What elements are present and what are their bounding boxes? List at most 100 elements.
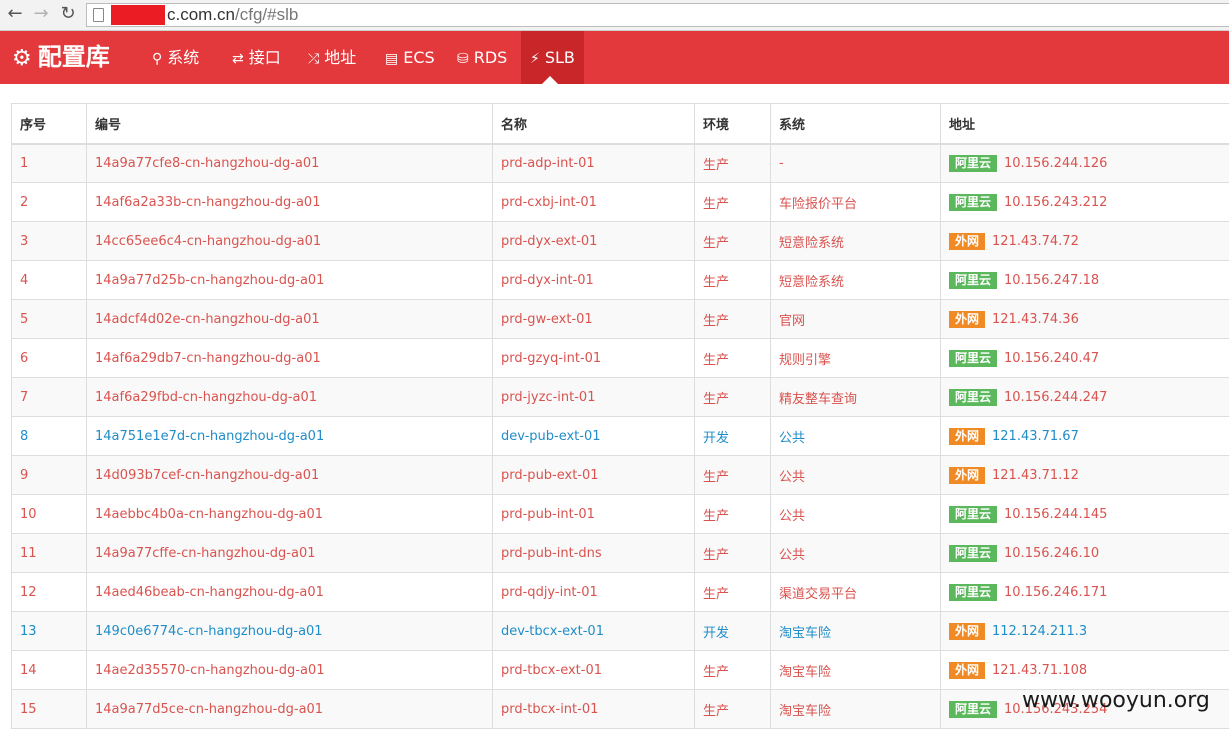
cell-id: 14af6a2a33b-cn-hangzhou-dg-a01 bbox=[86, 182, 493, 222]
back-arrow-icon[interactable]: ← bbox=[4, 3, 26, 25]
reload-icon[interactable]: ↻ bbox=[57, 3, 79, 25]
table-body: 1 14a9a77cfe8-cn-hangzhou-dg-a01 prd-adp-i… bbox=[11, 143, 1229, 729]
cell-address: 阿里云 10.156.247.18 bbox=[940, 260, 1229, 300]
cell-name: prd-tbcx-int-01 bbox=[492, 689, 695, 729]
table-row[interactable]: 11 14a9a77cffe-cn-hangzhou-dg-a01 prd-pub-… bbox=[11, 533, 1229, 573]
col-header-no[interactable]: 序号 bbox=[11, 103, 87, 145]
cell-id: 14ae2d35570-cn-hangzhou-dg-a01 bbox=[86, 650, 493, 690]
url-text[interactable]: c.com.cn/cfg/#slb bbox=[167, 4, 298, 26]
table-row[interactable]: 2 14af6a2a33b-cn-hangzhou-dg-a01 prd-cxbj-… bbox=[11, 182, 1229, 222]
ip-address: 112.124.211.3 bbox=[992, 623, 1088, 639]
ip-address: 121.43.74.36 bbox=[992, 311, 1079, 327]
random-icon: ⤮ bbox=[308, 51, 320, 67]
col-header-name[interactable]: 名称 bbox=[492, 103, 695, 145]
forward-arrow-icon[interactable]: → bbox=[30, 3, 52, 25]
table-row[interactable]: 1 14a9a77cfe8-cn-hangzhou-dg-a01 prd-adp-i… bbox=[11, 143, 1229, 183]
ip-address: 10.156.247.18 bbox=[1004, 272, 1100, 288]
active-tab-caret bbox=[542, 76, 558, 84]
cell-no: 11 bbox=[11, 533, 87, 573]
brand[interactable]: ⚙ 配置库 bbox=[12, 31, 110, 84]
url-host: c.com.cn bbox=[167, 5, 236, 24]
table-header-row: 序号 编号 名称 环境 系统 地址 bbox=[11, 103, 1229, 145]
nav-item-ecs[interactable]: ▤ ECS bbox=[376, 31, 444, 84]
ip-address: 10.156.243.212 bbox=[1004, 194, 1108, 210]
cell-id: 14a751e1e7d-cn-hangzhou-dg-a01 bbox=[86, 416, 493, 456]
cell-system: 公共 bbox=[770, 533, 941, 573]
slb-table-container: 序号 编号 名称 环境 系统 地址 1 14a9a77cfe8-cn-hangzh… bbox=[11, 103, 1229, 729]
cell-system: 官网 bbox=[770, 299, 941, 339]
network-badge: 外网 bbox=[949, 232, 986, 250]
cell-env: 生产 bbox=[694, 143, 771, 183]
nav-item-label: 系统 bbox=[167, 48, 200, 67]
browser-toolbar: ← → ↻ c.com.cn/cfg/#slb bbox=[0, 0, 1229, 31]
cell-id: 14a9a77cffe-cn-hangzhou-dg-a01 bbox=[86, 533, 493, 573]
ip-address: 10.156.246.10 bbox=[1004, 545, 1100, 561]
cell-no: 3 bbox=[11, 221, 87, 261]
cell-address: 阿里云 10.156.246.171 bbox=[940, 572, 1229, 612]
ip-address: 121.43.71.108 bbox=[992, 662, 1088, 678]
nav-item-address[interactable]: ⤮ 地址 bbox=[299, 31, 365, 84]
cell-id: 14af6a29db7-cn-hangzhou-dg-a01 bbox=[86, 338, 493, 378]
bolt-icon: ⚡ bbox=[530, 51, 540, 67]
table-row[interactable]: 9 14d093b7cef-cn-hangzhou-dg-a01 prd-pub-e… bbox=[11, 455, 1229, 495]
cell-env: 生产 bbox=[694, 299, 771, 339]
cell-env: 生产 bbox=[694, 455, 771, 495]
col-header-system[interactable]: 系统 bbox=[770, 103, 941, 145]
cell-address: 阿里云 10.156.243.212 bbox=[940, 182, 1229, 222]
network-badge: 外网 bbox=[949, 427, 986, 445]
ip-address: 10.156.244.126 bbox=[1004, 155, 1108, 171]
table-row[interactable]: 4 14a9a77d25b-cn-hangzhou-dg-a01 prd-dyx-i… bbox=[11, 260, 1229, 300]
col-header-env[interactable]: 环境 bbox=[694, 103, 771, 145]
cell-name: dev-pub-ext-01 bbox=[492, 416, 695, 456]
network-badge: 阿里云 bbox=[949, 349, 998, 367]
brand-title: 配置库 bbox=[37, 43, 110, 71]
page-icon bbox=[93, 8, 104, 22]
ip-address: 10.156.246.171 bbox=[1004, 584, 1108, 600]
table-row[interactable]: 14 14ae2d35570-cn-hangzhou-dg-a01 prd-tbcx… bbox=[11, 650, 1229, 690]
network-badge: 阿里云 bbox=[949, 193, 998, 211]
cell-env: 生产 bbox=[694, 650, 771, 690]
cell-address: 阿里云 10.156.244.126 bbox=[940, 143, 1229, 183]
table-row[interactable]: 3 14cc65ee6c4-cn-hangzhou-dg-a01 prd-dyx-e… bbox=[11, 221, 1229, 261]
col-header-id[interactable]: 编号 bbox=[86, 103, 493, 145]
cell-name: prd-pub-ext-01 bbox=[492, 455, 695, 495]
cell-id: 14a9a77cfe8-cn-hangzhou-dg-a01 bbox=[86, 143, 493, 183]
address-bar[interactable]: c.com.cn/cfg/#slb bbox=[86, 3, 1229, 27]
cell-name: prd-tbcx-ext-01 bbox=[492, 650, 695, 690]
cell-no: 7 bbox=[11, 377, 87, 417]
redaction-mark bbox=[111, 5, 165, 25]
table-row[interactable]: 8 14a751e1e7d-cn-hangzhou-dg-a01 dev-pub-e… bbox=[11, 416, 1229, 456]
cell-id: 14aed46beab-cn-hangzhou-dg-a01 bbox=[86, 572, 493, 612]
ip-address: 121.43.71.12 bbox=[992, 467, 1079, 483]
watermark: www.wooyun.org bbox=[1022, 688, 1210, 713]
cell-name: prd-pub-int-dns bbox=[492, 533, 695, 573]
cell-env: 生产 bbox=[694, 689, 771, 729]
table-row[interactable]: 10 14aebbc4b0a-cn-hangzhou-dg-a01 prd-pub-… bbox=[11, 494, 1229, 534]
cell-env: 生产 bbox=[694, 182, 771, 222]
cell-system: 公共 bbox=[770, 455, 941, 495]
network-badge: 阿里云 bbox=[949, 271, 998, 289]
col-header-address[interactable]: 地址 bbox=[940, 103, 1229, 145]
cell-name: prd-jyzc-int-01 bbox=[492, 377, 695, 417]
table-row[interactable]: 5 14adcf4d02e-cn-hangzhou-dg-a01 prd-gw-ex… bbox=[11, 299, 1229, 339]
exchange-icon: ⇄ bbox=[232, 51, 244, 67]
nav-item-interface[interactable]: ⇄ 接口 bbox=[223, 31, 290, 84]
nav-item-rds[interactable]: ⛁ RDS bbox=[448, 31, 516, 84]
cell-env: 生产 bbox=[694, 377, 771, 417]
cogs-icon: ⚙ bbox=[12, 46, 32, 71]
table-row[interactable]: 13 149c0e6774c-cn-hangzhou-dg-a01 dev-tbcx… bbox=[11, 611, 1229, 651]
table-row[interactable]: 7 14af6a29fbd-cn-hangzhou-dg-a01 prd-jyzc-… bbox=[11, 377, 1229, 417]
network-badge: 阿里云 bbox=[949, 583, 998, 601]
nav-item-system[interactable]: ⚲ 系统 bbox=[143, 31, 208, 84]
table-row[interactable]: 12 14aed46beab-cn-hangzhou-dg-a01 prd-qdjy… bbox=[11, 572, 1229, 612]
cell-address: 阿里云 10.156.244.145 bbox=[940, 494, 1229, 534]
cell-name: prd-pub-int-01 bbox=[492, 494, 695, 534]
table-row[interactable]: 6 14af6a29db7-cn-hangzhou-dg-a01 prd-gzyq-… bbox=[11, 338, 1229, 378]
cell-name: prd-dyx-int-01 bbox=[492, 260, 695, 300]
cell-system: 淘宝车险 bbox=[770, 650, 941, 690]
cell-system: 短意险系统 bbox=[770, 221, 941, 261]
cell-id: 14adcf4d02e-cn-hangzhou-dg-a01 bbox=[86, 299, 493, 339]
cell-env: 生产 bbox=[694, 338, 771, 378]
cell-address: 阿里云 10.156.240.47 bbox=[940, 338, 1229, 378]
cell-env: 生产 bbox=[694, 572, 771, 612]
